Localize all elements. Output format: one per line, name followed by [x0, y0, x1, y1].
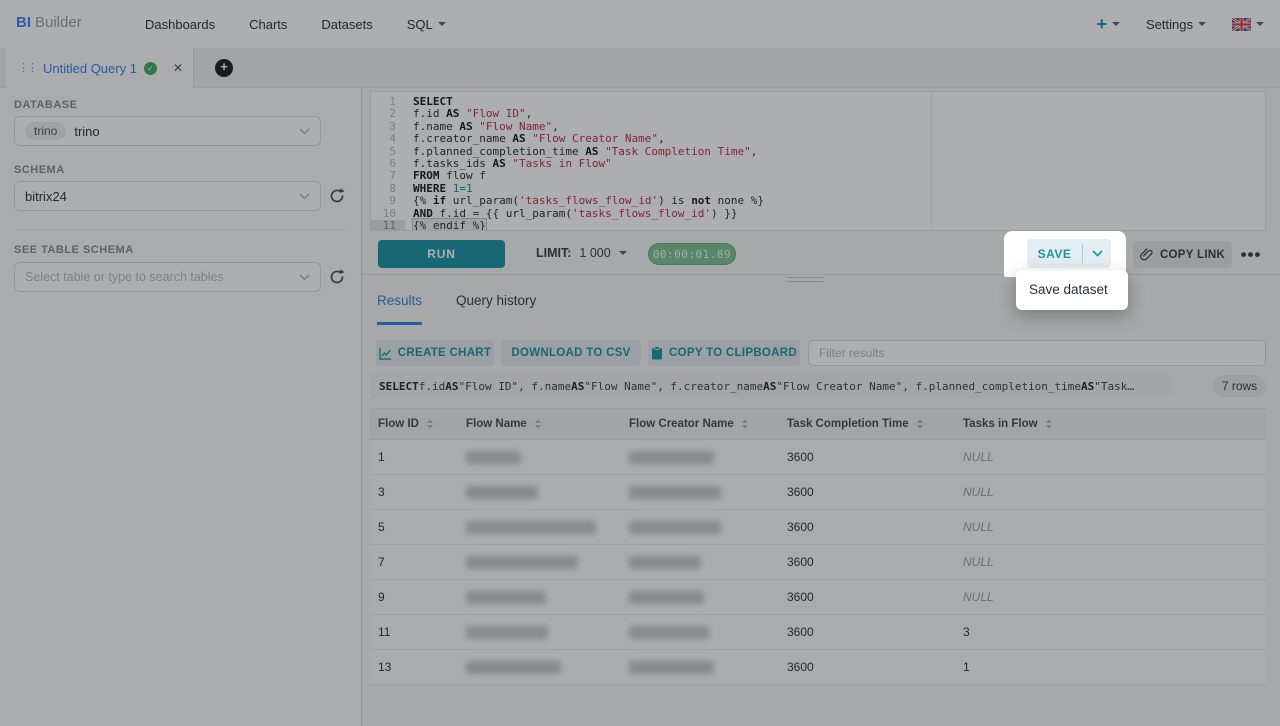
save-dataset-menu-item[interactable]: Save dataset — [1016, 270, 1128, 310]
save-dropdown-toggle[interactable] — [1083, 239, 1111, 268]
save-dropdown-menu: Save dataset — [1016, 270, 1128, 310]
app-window: BIBuilder Dashboards Charts Datasets SQL… — [0, 0, 1280, 726]
chevron-down-icon — [1092, 250, 1103, 257]
save-button[interactable]: SAVE — [1027, 239, 1082, 268]
save-split-button: SAVE — [1027, 239, 1111, 268]
dim-overlay — [0, 0, 1280, 726]
